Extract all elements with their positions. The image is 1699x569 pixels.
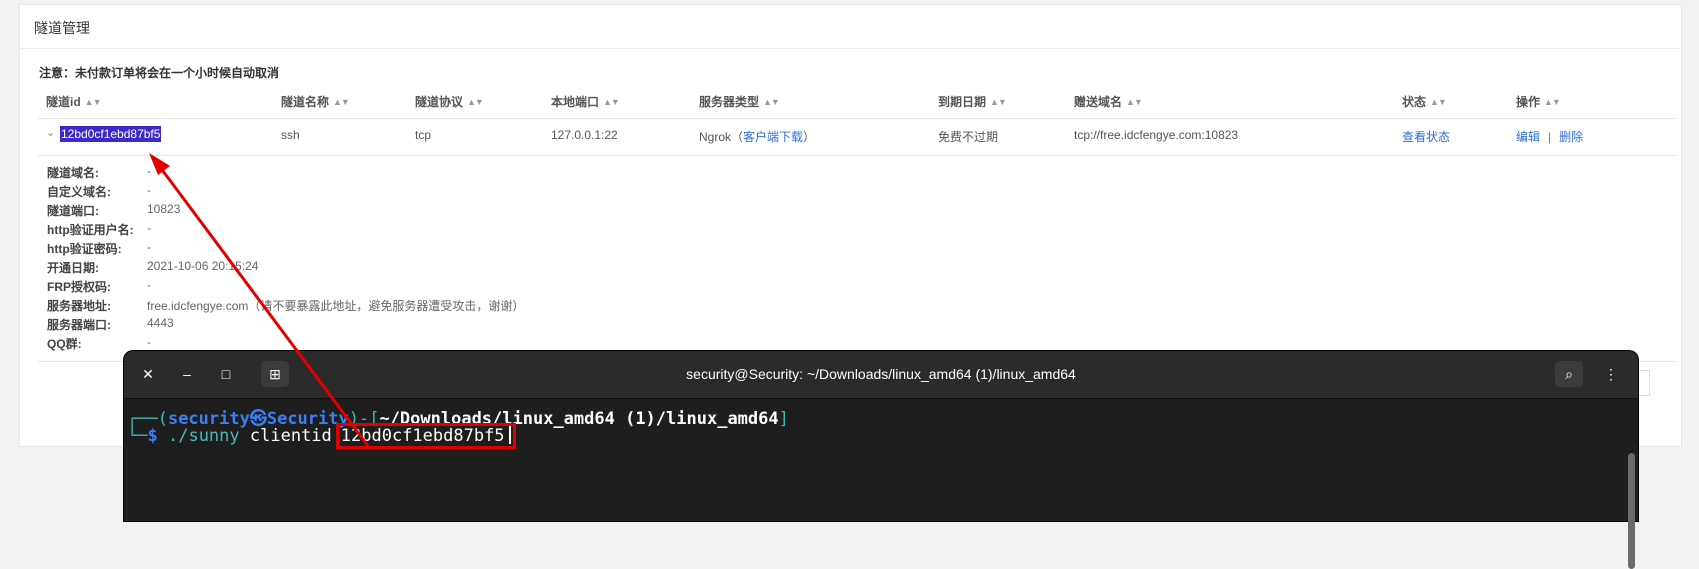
local-port-cell: 127.0.0.1:22 bbox=[551, 128, 618, 142]
delete-link[interactable]: 删除 bbox=[1559, 130, 1583, 144]
chevron-down-icon[interactable]: ⌄ bbox=[46, 126, 55, 139]
kebab-menu-icon[interactable]: ⋮ bbox=[1597, 361, 1625, 387]
expiry-cell: 免费不过期 bbox=[938, 130, 999, 144]
notice-text: 注意：未付款订单将会在一个小时候自动取消 bbox=[39, 66, 280, 80]
col-actions[interactable]: 操作 ▲▼ bbox=[1516, 93, 1561, 110]
sort-icon[interactable]: ▲▼ bbox=[467, 97, 484, 107]
col-local-port[interactable]: 本地端口 ▲▼ bbox=[551, 93, 620, 110]
terminal-window[interactable]: ✕ – □ ⊞ security@Security: ~/Downloads/l… bbox=[124, 351, 1638, 569]
terminal-title: security@Security: ~/Downloads/linux_amd… bbox=[686, 366, 1076, 382]
text-cursor bbox=[508, 426, 511, 444]
sort-icon[interactable]: ▲▼ bbox=[603, 97, 620, 107]
server-type-cell: Ngrok（客户端下载） bbox=[699, 130, 816, 144]
client-id-arg: 12bd0cf1ebd87bf5 bbox=[340, 426, 505, 446]
sort-icon[interactable]: ▲▼ bbox=[85, 97, 102, 107]
sort-icon[interactable]: ▲▼ bbox=[1430, 97, 1447, 107]
annotation-box: 12bd0cf1ebd87bf5 bbox=[335, 423, 516, 449]
terminal-titlebar[interactable]: ✕ – □ ⊞ security@Security: ~/Downloads/l… bbox=[124, 351, 1638, 399]
panel-header bbox=[20, 5, 1681, 49]
command-arg: clientid bbox=[249, 426, 332, 446]
sort-icon[interactable]: ▲▼ bbox=[990, 97, 1007, 107]
col-domain[interactable]: 赠送域名 ▲▼ bbox=[1074, 93, 1143, 110]
col-status[interactable]: 状态 ▲▼ bbox=[1402, 93, 1447, 110]
actions-cell: 编辑 | 删除 bbox=[1516, 128, 1583, 145]
view-status-link[interactable]: 查看状态 bbox=[1402, 128, 1450, 145]
terminal-scrollbar[interactable] bbox=[1628, 453, 1635, 569]
sort-icon[interactable]: ▲▼ bbox=[1544, 97, 1561, 107]
table-row: ⌄ 12bd0cf1ebd87bf5 ssh tcp 127.0.0.1:22 … bbox=[38, 118, 1677, 156]
tunnel-name-cell: ssh bbox=[281, 128, 300, 142]
search-icon[interactable]: ⌕ bbox=[1555, 361, 1583, 387]
col-tunnel-id[interactable]: 隧道id ▲▼ bbox=[46, 93, 101, 110]
domain-cell: tcp://free.idcfengye.com:10823 bbox=[1074, 128, 1239, 142]
col-tunnel-name[interactable]: 隧道名称 ▲▼ bbox=[281, 93, 350, 110]
tunnel-id-cell: 12bd0cf1ebd87bf5 bbox=[60, 126, 162, 142]
page-title: 隧道管理 bbox=[34, 20, 90, 36]
pager-button[interactable] bbox=[1637, 370, 1650, 396]
col-server-type[interactable]: 服务器类型 ▲▼ bbox=[699, 93, 780, 110]
edit-link[interactable]: 编辑 bbox=[1516, 130, 1540, 144]
command-line[interactable]: └─$ ./sunny clientid 12bd0cf1ebd87bf5 bbox=[127, 423, 516, 449]
sort-icon[interactable]: ▲▼ bbox=[1126, 97, 1143, 107]
action-separator: | bbox=[1548, 130, 1552, 144]
terminal-output[interactable]: ┌──(security㉿Security)-[~/Downloads/linu… bbox=[124, 399, 1638, 569]
sort-icon[interactable]: ▲▼ bbox=[763, 97, 780, 107]
table-header: 隧道id ▲▼ 隧道名称 ▲▼ 隧道协议 ▲▼ 本地端口 ▲▼ 服务器类型 ▲▼ 到期日期… bbox=[38, 84, 1677, 119]
sort-icon[interactable]: ▲▼ bbox=[333, 97, 350, 107]
col-expiry[interactable]: 到期日期 ▲▼ bbox=[938, 93, 1007, 110]
command-text: ./sunny bbox=[167, 426, 240, 446]
col-protocol[interactable]: 隧道协议 ▲▼ bbox=[415, 93, 484, 110]
protocol-cell: tcp bbox=[415, 128, 432, 142]
client-download-link[interactable]: 客户端下载 bbox=[743, 130, 803, 144]
